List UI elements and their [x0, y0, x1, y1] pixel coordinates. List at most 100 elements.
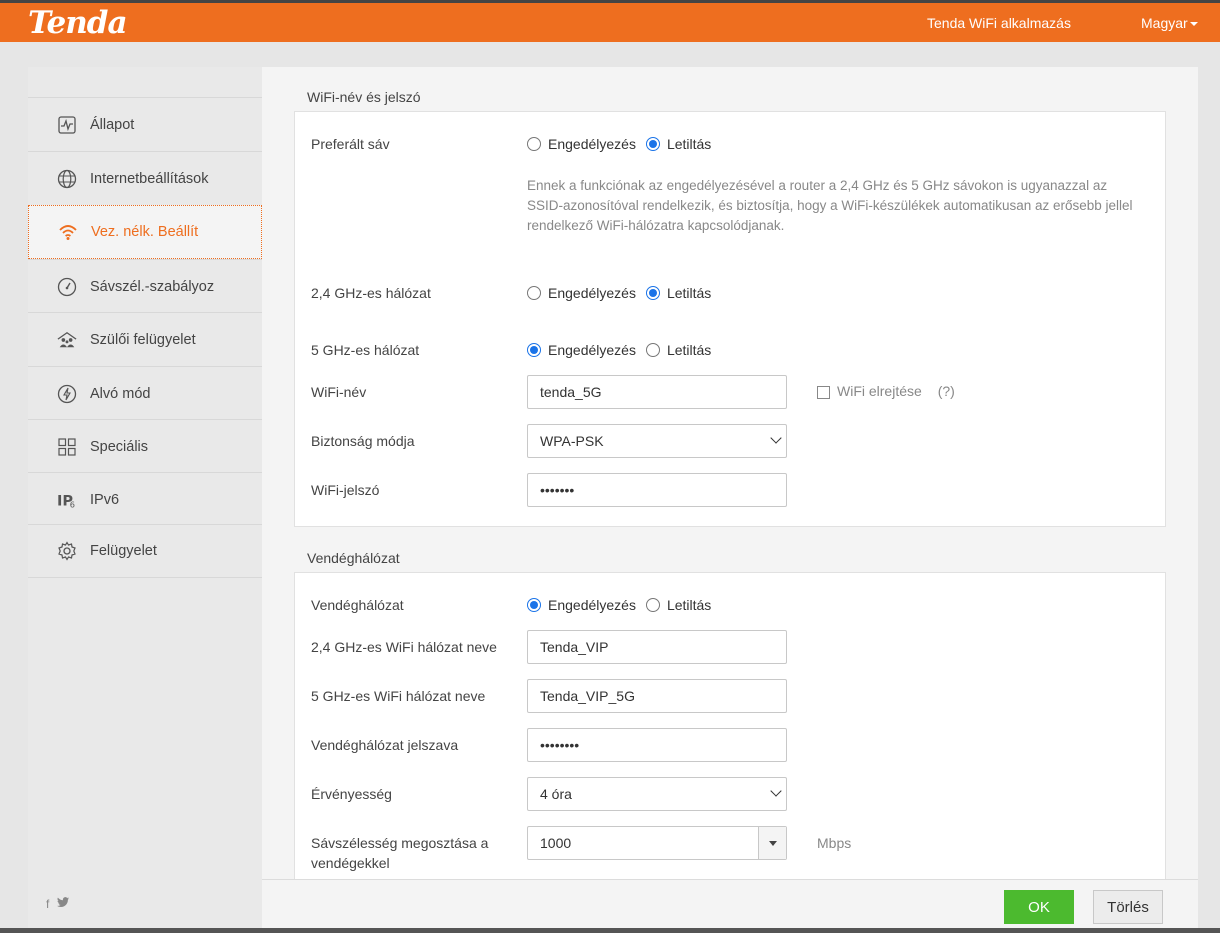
radio-button[interactable] — [645, 343, 660, 357]
radio-button-selected[interactable] — [527, 598, 541, 612]
sleep-icon — [57, 384, 77, 404]
dropdown-arrow-icon[interactable] — [758, 827, 786, 859]
sidebar: Állapot Internetbeállítások Vez. nélk. B… — [28, 67, 262, 933]
globe-icon — [57, 169, 77, 189]
chevron-down-icon — [770, 432, 782, 444]
guest-24-name-label: 2,4 GHz-es WiFi hálózat neve — [311, 639, 497, 655]
wifi-name-input[interactable]: tenda_5G — [527, 375, 787, 409]
radio-label: Letiltás — [666, 285, 712, 301]
wifi-name-label: WiFi-név — [311, 384, 367, 400]
hide-wifi-checkbox[interactable] — [817, 385, 830, 399]
radio-button-selected[interactable] — [645, 286, 660, 300]
language-label: Magyar — [1141, 15, 1188, 31]
grid-icon — [57, 437, 77, 457]
radio-label: Engedélyezés — [548, 136, 636, 152]
bandwidth-unit: Mbps — [817, 835, 852, 851]
sidebar-item-ipv6[interactable]: IP 6 IPv6 — [28, 472, 262, 526]
radio-label: Letiltás — [666, 597, 712, 613]
bandwidth-combo[interactable]: 1000 — [527, 826, 787, 860]
language-selector[interactable]: Magyar — [1141, 15, 1198, 31]
sidebar-item-wireless[interactable]: Vez. nélk. Beállít — [28, 205, 262, 259]
section-title-wifi: WiFi-név és jelszó — [307, 89, 421, 105]
preferred-band-note: Ennek a funkciónak az engedélyezésével a… — [527, 178, 1133, 233]
cancel-button[interactable]: Törlés — [1093, 890, 1163, 924]
top-bar: Tenda Tenda WiFi alkalmazás Magyar — [0, 0, 1220, 42]
gear-icon — [57, 541, 77, 561]
guest-password-label: Vendéghálózat jelszava — [311, 737, 459, 753]
preferred-band-label: Preferált sáv — [311, 136, 390, 152]
status-chart-icon — [57, 115, 77, 135]
radio-button[interactable] — [645, 598, 660, 612]
radio-button-selected[interactable] — [645, 137, 660, 151]
wifi-panel: Preferált sáv Engedélyezés Letiltás Enne… — [294, 111, 1166, 527]
bandwidth-value: 1000 — [540, 835, 572, 851]
tenda-logo[interactable]: Tenda — [28, 5, 128, 41]
validity-select[interactable]: 4 óra — [527, 777, 787, 811]
validity-label: Érvényesség — [311, 786, 392, 802]
hide-wifi-option[interactable]: WiFi elrejtése (?) — [817, 383, 955, 399]
sidebar-item-management[interactable]: Felügyelet — [28, 524, 262, 578]
chevron-down-icon — [770, 785, 782, 797]
preferred-band-enable[interactable]: Engedélyezés — [527, 136, 636, 152]
radio-label: Engedélyezés — [548, 342, 636, 358]
sidebar-item-bandwidth[interactable]: Sávszél.-szabályoz — [28, 259, 262, 313]
guest-password-input[interactable]: •••••••• — [527, 728, 787, 762]
guest-network-label: Vendéghálózat — [311, 597, 404, 613]
wifi-password-label: WiFi-jelszó — [311, 482, 380, 498]
network-24-label: 2,4 GHz-es hálózat — [311, 285, 431, 301]
twitter-icon[interactable] — [57, 897, 70, 911]
sidebar-item-label: Alvó mód — [90, 385, 151, 402]
main-content: WiFi-név és jelszó Preferált sáv Engedél… — [262, 67, 1198, 933]
network-5-disable[interactable]: Letiltás — [645, 342, 711, 358]
ok-button[interactable]: OK — [1004, 890, 1074, 924]
section-title-guest: Vendéghálózat — [307, 550, 400, 566]
network-24-disable[interactable]: Letiltás — [645, 285, 712, 301]
guest-5-name-input[interactable]: Tenda_VIP_5G — [527, 679, 787, 713]
sidebar-item-label: Felügyelet — [90, 543, 157, 559]
caret-down-icon — [1189, 22, 1198, 27]
hide-wifi-label: WiFi elrejtése — [837, 383, 922, 399]
radio-label: Engedélyezés — [548, 597, 636, 613]
sidebar-item-label: Szülői felügyelet — [90, 331, 196, 348]
sidebar-item-status[interactable]: Állapot — [28, 97, 262, 151]
sidebar-item-label: Sávszél.-szabályoz — [90, 278, 215, 295]
security-mode-select[interactable]: WPA-PSK — [527, 424, 787, 458]
app-link[interactable]: Tenda WiFi alkalmazás — [927, 15, 1071, 31]
security-mode-value: WPA-PSK — [540, 433, 604, 449]
radio-button[interactable] — [527, 286, 541, 300]
help-icon[interactable]: (?) — [938, 383, 955, 399]
guest-24-name-input[interactable]: Tenda_VIP — [527, 630, 787, 664]
radio-label: Letiltás — [666, 136, 712, 152]
sidebar-item-advanced[interactable]: Speciális — [28, 419, 262, 473]
validity-value: 4 óra — [540, 786, 572, 802]
security-mode-label: Biztonság módja — [311, 433, 415, 449]
guest-5-name-label: 5 GHz-es WiFi hálózat neve — [311, 688, 486, 704]
wifi-icon — [58, 222, 78, 242]
guest-network-enable[interactable]: Engedélyezés — [527, 597, 636, 613]
network-24-radios: Engedélyezés Letiltás — [527, 285, 721, 301]
gauge-icon — [57, 277, 77, 297]
social-links: f — [46, 897, 70, 911]
sidebar-item-parental[interactable]: Szülői felügyelet — [28, 312, 262, 366]
sidebar-item-label: Vez. nélk. Beállít — [91, 224, 199, 240]
sidebar-item-internet[interactable]: Internetbeállítások — [28, 151, 262, 205]
facebook-icon[interactable]: f — [46, 897, 49, 911]
action-bar: OK Törlés — [262, 879, 1198, 933]
guest-network-radios: Engedélyezés Letiltás — [527, 597, 721, 613]
guest-network-disable[interactable]: Letiltás — [645, 597, 712, 613]
preferred-band-disable[interactable]: Letiltás — [645, 136, 712, 152]
network-5-radios: Engedélyezés Letiltás — [527, 342, 721, 358]
wifi-password-input[interactable]: ••••••• — [527, 473, 787, 507]
sidebar-item-label: Speciális — [90, 438, 149, 455]
radio-label: Engedélyezés — [548, 285, 636, 301]
sidebar-item-label: Internetbeállítások — [90, 170, 209, 187]
radio-button-selected[interactable] — [527, 343, 541, 357]
svg-text:6: 6 — [70, 499, 75, 509]
radio-button[interactable] — [527, 137, 541, 151]
network-24-enable[interactable]: Engedélyezés — [527, 285, 636, 301]
network-5-enable[interactable]: Engedélyezés — [527, 342, 636, 358]
family-icon — [57, 330, 77, 350]
sidebar-item-sleep[interactable]: Alvó mód — [28, 366, 262, 420]
network-5-label: 5 GHz-es hálózat — [311, 342, 420, 358]
bottom-strip — [0, 928, 1220, 933]
